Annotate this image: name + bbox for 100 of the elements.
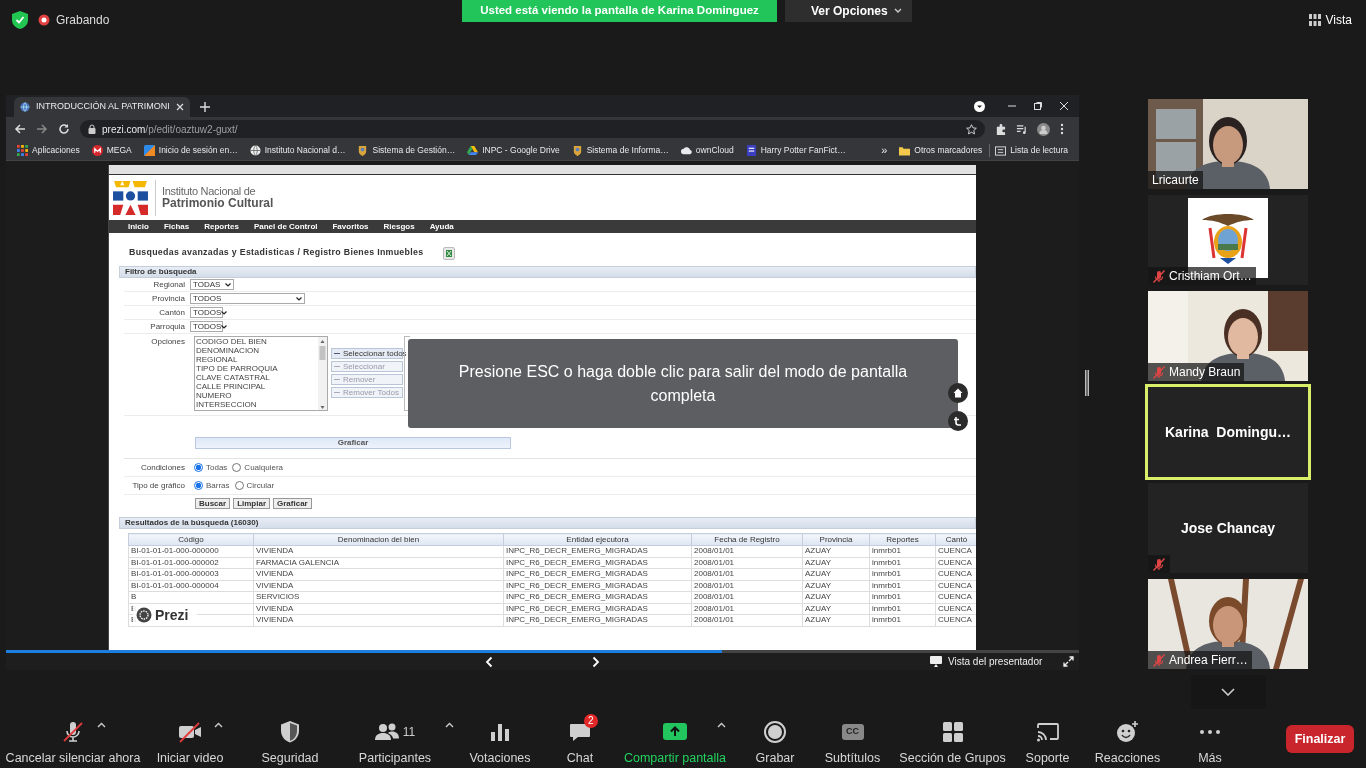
- dropdown[interactable]: TODOS: [190, 293, 305, 304]
- view-options-button[interactable]: Ver Opciones: [785, 0, 912, 22]
- participants-button[interactable]: 11 Participantes: [358, 710, 432, 768]
- excel-icon[interactable]: [443, 246, 456, 260]
- notification-badge: 2: [584, 714, 598, 728]
- close-icon[interactable]: [175, 103, 184, 111]
- radio-option[interactable]: Cualquiera: [232, 461, 284, 474]
- caret-icon: [893, 8, 902, 14]
- column-header[interactable]: Entidad ejecutora: [503, 533, 692, 546]
- next-icon[interactable]: [592, 655, 600, 668]
- action-button[interactable]: Graficar: [273, 498, 312, 509]
- overflow-button[interactable]: »: [876, 142, 893, 159]
- browser-tab[interactable]: INTRODUCCIÓN AL PATRIMONI: [14, 97, 190, 117]
- caret-button[interactable]: [445, 722, 454, 728]
- close-icon[interactable]: [1059, 101, 1069, 111]
- caret-button[interactable]: [97, 722, 106, 728]
- back-icon[interactable]: [14, 123, 26, 135]
- shield-icon: [12, 11, 28, 29]
- menu-item[interactable]: Panel de Control: [253, 220, 318, 233]
- reload-icon[interactable]: [58, 123, 70, 135]
- list-option[interactable]: CLAVE CATASTRAL: [196, 373, 318, 382]
- bookmark[interactable]: INPC - Google Drive: [462, 144, 565, 157]
- start-video-button[interactable]: Iniciar video: [156, 710, 224, 768]
- bookmark[interactable]: Sistema de Informa…: [566, 144, 674, 157]
- previous-icon[interactable]: [485, 655, 493, 668]
- action-button[interactable]: Limpiar: [233, 498, 271, 509]
- radio-option[interactable]: Circular: [234, 479, 275, 492]
- crest-icon: [357, 145, 369, 156]
- bookmark[interactable]: Instituto Nacional d…: [244, 144, 351, 157]
- column-header[interactable]: Provincia: [802, 533, 870, 546]
- caret-button[interactable]: [717, 722, 726, 728]
- support-button[interactable]: Soporte: [1025, 710, 1070, 768]
- table-cell: CUENCA: [935, 568, 976, 580]
- unmute-button[interactable]: Cancelar silenciar ahora: [5, 710, 141, 768]
- forward-icon[interactable]: [36, 123, 48, 135]
- extensions-icon[interactable]: [995, 123, 1006, 135]
- list-option[interactable]: REGIONAL: [196, 355, 318, 364]
- options-listbox[interactable]: CODIGO DEL BIEN DENOMINACION REGIONAL TIPO DE PARROQUIA CLAVE CATASTRAL CALLE PRINCIPAL NUMERO INTERSECCION: [194, 336, 328, 411]
- radio-button[interactable]: [234, 481, 244, 490]
- column-header[interactable]: Fecha de Registro: [691, 533, 803, 546]
- reactions-button[interactable]: Reacciones: [1094, 710, 1161, 768]
- security-button[interactable]: Seguridad: [261, 710, 319, 768]
- menu-icon[interactable]: [1060, 123, 1064, 135]
- table-cell: INPC_R6_DECR_EMERG_MIGRADAS: [503, 580, 692, 592]
- captions-button[interactable]: CC Subtítulos: [824, 710, 881, 768]
- menu-item[interactable]: Inicio: [128, 220, 149, 233]
- bookmark-folder[interactable]: Otros marcadores: [894, 144, 988, 157]
- action-button[interactable]: Buscar: [195, 498, 231, 509]
- menu-item[interactable]: Fichas: [163, 220, 190, 233]
- star-icon[interactable]: [966, 123, 977, 135]
- address-field[interactable]: prezi.com/p/edit/oaztuw2-guxt/: [80, 120, 985, 138]
- media-icon[interactable]: [1016, 123, 1027, 135]
- list-option[interactable]: DENOMINACION: [196, 346, 318, 355]
- list-option[interactable]: CODIGO DEL BIEN: [196, 337, 318, 346]
- dropdown[interactable]: TODAS: [190, 279, 234, 290]
- radio-option[interactable]: Todas: [194, 461, 228, 474]
- fullscreen-toast: Presione ESC o haga doble clic para salir del modo de pantalla completa: [408, 339, 958, 428]
- logo-icon: [112, 179, 149, 216]
- folder-icon: [899, 145, 911, 156]
- reading-list-button[interactable]: Lista de lectura: [989, 144, 1073, 157]
- bookmark[interactable]: Inicio de sesión en…: [138, 144, 243, 157]
- column-header[interactable]: Reportes: [869, 533, 936, 546]
- menu-item[interactable]: Riesgos: [383, 220, 415, 233]
- view-button[interactable]: Vista: [1302, 10, 1358, 30]
- bookmark[interactable]: Harry Potter FanFict…: [740, 144, 851, 157]
- menu-item[interactable]: Reportes: [204, 220, 239, 233]
- presenter-view-button[interactable]: Vista del presentador: [930, 654, 1043, 669]
- more-button[interactable]: Más: [1198, 710, 1222, 768]
- avatar-icon[interactable]: [1037, 122, 1050, 136]
- share-screen-button[interactable]: Compartir pantalla: [623, 710, 727, 768]
- bookmark[interactable]: Aplicaciones: [12, 144, 85, 157]
- fullscreen-icon[interactable]: [1063, 656, 1074, 667]
- polls-button[interactable]: Votaciones: [469, 710, 531, 768]
- column-header[interactable]: Cantó: [935, 533, 976, 546]
- radio-button[interactable]: [232, 463, 242, 472]
- bookmark[interactable]: Sistema de Gestión…: [352, 144, 461, 157]
- menu-item[interactable]: Ayuda: [429, 220, 454, 233]
- participant-name: Lricaurte: [1152, 172, 1199, 189]
- dropdown-icon[interactable]: [974, 100, 985, 112]
- end-meeting-button[interactable]: Finalizar: [1286, 725, 1354, 753]
- list-option[interactable]: INTERSECCION: [196, 400, 318, 409]
- radio-button[interactable]: [194, 481, 203, 490]
- list-option[interactable]: CALLE PRINCIPAL: [196, 382, 318, 391]
- apps-icon: [17, 145, 28, 156]
- bookmark[interactable]: ownCloud: [675, 144, 739, 157]
- list-option[interactable]: NUMERO: [196, 391, 318, 400]
- menu-item[interactable]: Favoritos: [332, 220, 369, 233]
- table-cell: B: [128, 591, 254, 603]
- breakout-rooms-button[interactable]: Sección de Grupos: [899, 710, 1006, 768]
- bookmark[interactable]: MEGA: [86, 144, 137, 157]
- record-button[interactable]: Grabar: [755, 710, 795, 768]
- radio-option[interactable]: Barras: [194, 479, 230, 492]
- maximize-icon[interactable]: [1033, 101, 1043, 111]
- column-header[interactable]: Código: [128, 533, 254, 546]
- list-option[interactable]: TIPO DE PARROQUIA: [196, 364, 318, 373]
- new-tab-icon[interactable]: [199, 102, 210, 112]
- radio-button[interactable]: [194, 463, 203, 472]
- column-header[interactable]: Denominacion del bien: [253, 533, 504, 546]
- resize-handle-icon[interactable]: [1085, 370, 1089, 396]
- caret-button[interactable]: [214, 722, 223, 728]
